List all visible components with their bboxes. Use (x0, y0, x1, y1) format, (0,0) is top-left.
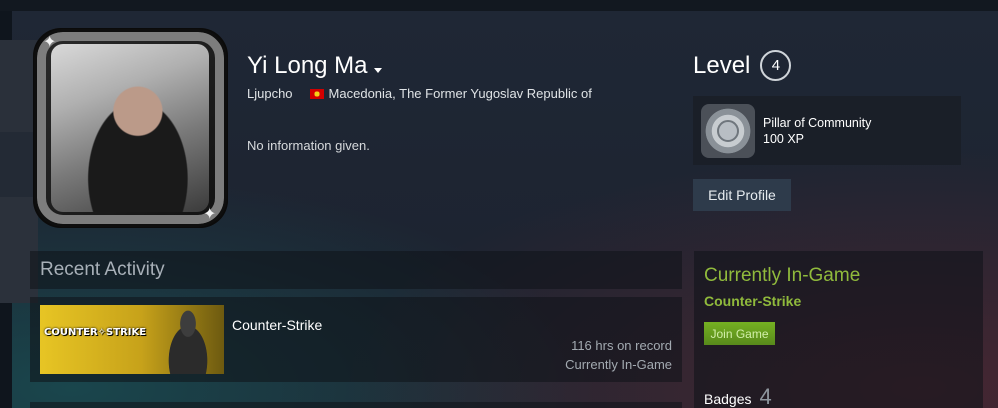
badge-xp: 100 XP (763, 131, 805, 146)
game-name-link[interactable]: Counter-Strike (232, 317, 322, 333)
badges-count: 4 (759, 384, 772, 408)
recent-game-row-partial (30, 402, 682, 408)
badges-label: Badges (704, 391, 752, 407)
game-capsule-image[interactable]: COUNTER✧STRIKE (40, 305, 224, 374)
persona-name: Yi Long Ma (247, 52, 368, 79)
avatar-border-decoration: ✦ (43, 34, 57, 51)
recent-game-row: COUNTER✧STRIKE Counter-Strike 116 hrs on… (30, 297, 682, 382)
edit-profile-button[interactable]: Edit Profile (693, 179, 791, 211)
caret-down-icon[interactable] (373, 67, 382, 73)
ingame-status-title: Currently In-Game (704, 265, 861, 286)
join-game-button[interactable]: Join Game (704, 322, 775, 345)
location: Macedonia, The Former Yugoslav Republic … (328, 86, 592, 101)
profile-location-row: Ljupcho Macedonia, The Former Yugoslav R… (247, 86, 592, 101)
capsule-logo-text: COUNTER✧STRIKE (44, 327, 147, 338)
avatar-border-decoration: ✦ (203, 206, 217, 223)
avatar-animated-border (34, 29, 227, 227)
top-bar (0, 0, 998, 11)
persona-name-row[interactable]: Yi Long Ma (247, 52, 382, 80)
profile-summary: No information given. (247, 138, 370, 153)
macedonia-flag-icon (309, 88, 324, 99)
recent-activity-header: Recent Activity (30, 251, 682, 289)
badge-name: Pillar of Community (763, 115, 872, 130)
status-panel: Currently In-Game Counter-Strike Join Ga… (694, 251, 983, 408)
level-section: Level 4 (693, 50, 792, 81)
real-name: Ljupcho (247, 86, 293, 101)
level-label: Level (693, 51, 751, 79)
capsule-soldier-figure (158, 307, 218, 374)
pillar-badge-icon (701, 103, 755, 158)
ingame-game-name[interactable]: Counter-Strike (704, 293, 801, 309)
game-status: Currently In-Game (565, 357, 672, 372)
level-badge[interactable]: 4 (760, 50, 792, 81)
badges-link[interactable]: Badges 4 (704, 384, 772, 408)
featured-badge[interactable]: Pillar of Community 100 XP (693, 96, 961, 165)
game-hours: 116 hrs on record (571, 338, 672, 353)
profile-avatar[interactable]: ✦ ✦ (33, 28, 228, 228)
